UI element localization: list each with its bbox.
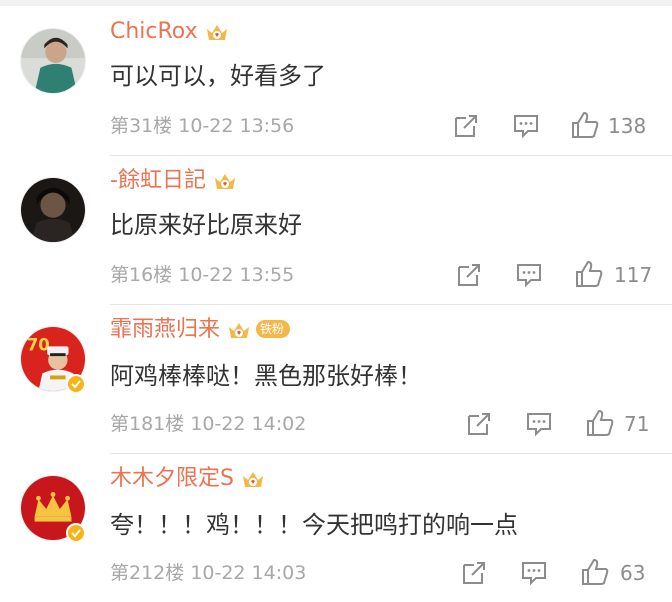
share-icon[interactable] (460, 559, 488, 587)
comment-item: 木木夕限定S 夸！！！鸡！！！今天把鸣打的响一点 第212楼 10-22 14:… (0, 453, 672, 601)
vip-crown-icon (242, 472, 263, 487)
verified-badge-icon (66, 374, 86, 394)
comment-text: 比原来好比原来好 (110, 211, 302, 239)
like-icon[interactable] (585, 408, 615, 438)
floor-number: 第31楼 (110, 115, 173, 137)
floor-number: 第212楼 (110, 562, 185, 584)
avatar[interactable] (20, 28, 86, 94)
avatar[interactable] (20, 177, 86, 243)
like-count: 117 (614, 263, 653, 287)
timestamp: 10-22 14:02 (190, 413, 307, 435)
username[interactable]: 霏雨燕归来 铁粉 (110, 316, 291, 344)
svg-text:70: 70 (27, 335, 50, 354)
username[interactable]: -餘虹日記 (110, 167, 238, 195)
like-icon[interactable] (574, 259, 604, 289)
like-count: 63 (620, 561, 646, 585)
username[interactable]: 木木夕限定S (110, 465, 266, 493)
divider (110, 453, 672, 454)
like-count: 138 (608, 114, 647, 138)
like-icon[interactable] (580, 557, 610, 587)
comment-meta: 第181楼 10-22 14:02 (110, 412, 306, 436)
avatar-dark-portrait (21, 178, 85, 242)
vip-crown-icon (206, 25, 227, 40)
comment-text: 阿鸡棒棒哒！黑色那张好棒！ (110, 362, 422, 390)
floor-number: 第181楼 (110, 413, 185, 435)
comment-text: 夸！！！鸡！！！今天把鸣打的响一点 (110, 511, 518, 539)
timestamp: 10-22 13:55 (178, 264, 295, 286)
share-icon[interactable] (465, 410, 493, 438)
fan-badge: 铁粉 (256, 320, 291, 338)
divider (110, 155, 672, 156)
floor-number: 第16楼 (110, 264, 173, 286)
comment-item: ChicRox 可以可以，好看多了 第31楼 10-22 13:56 138 (0, 6, 672, 154)
like-icon[interactable] (570, 110, 600, 140)
timestamp: 10-22 14:03 (190, 562, 307, 584)
vip-crown-icon (214, 174, 235, 189)
comment-meta: 第31楼 10-22 13:56 (110, 114, 294, 138)
verified-badge-icon (66, 523, 86, 543)
comment-item: 70 霏雨燕归来 铁粉 阿鸡棒棒哒！黑色那张好棒！ 第181楼 10-22 14:… (0, 304, 672, 452)
share-icon[interactable] (452, 112, 480, 140)
comment-meta: 第212楼 10-22 14:03 (110, 561, 306, 585)
share-icon[interactable] (455, 261, 483, 289)
vip-crown-icon (229, 323, 250, 338)
comment-icon[interactable] (515, 261, 543, 289)
comment-icon[interactable] (525, 410, 553, 438)
avatar-person-green-coat (21, 29, 85, 93)
divider (110, 304, 672, 305)
comment-icon[interactable] (520, 559, 548, 587)
username[interactable]: ChicRox (110, 18, 230, 46)
comment-meta: 第16楼 10-22 13:55 (110, 263, 294, 287)
comment-item: -餘虹日記 比原来好比原来好 第16楼 10-22 13:55 117 (0, 155, 672, 303)
comment-text: 可以可以，好看多了 (110, 62, 326, 90)
timestamp: 10-22 13:56 (178, 115, 295, 137)
comment-icon[interactable] (512, 112, 540, 140)
like-count: 71 (624, 412, 650, 436)
